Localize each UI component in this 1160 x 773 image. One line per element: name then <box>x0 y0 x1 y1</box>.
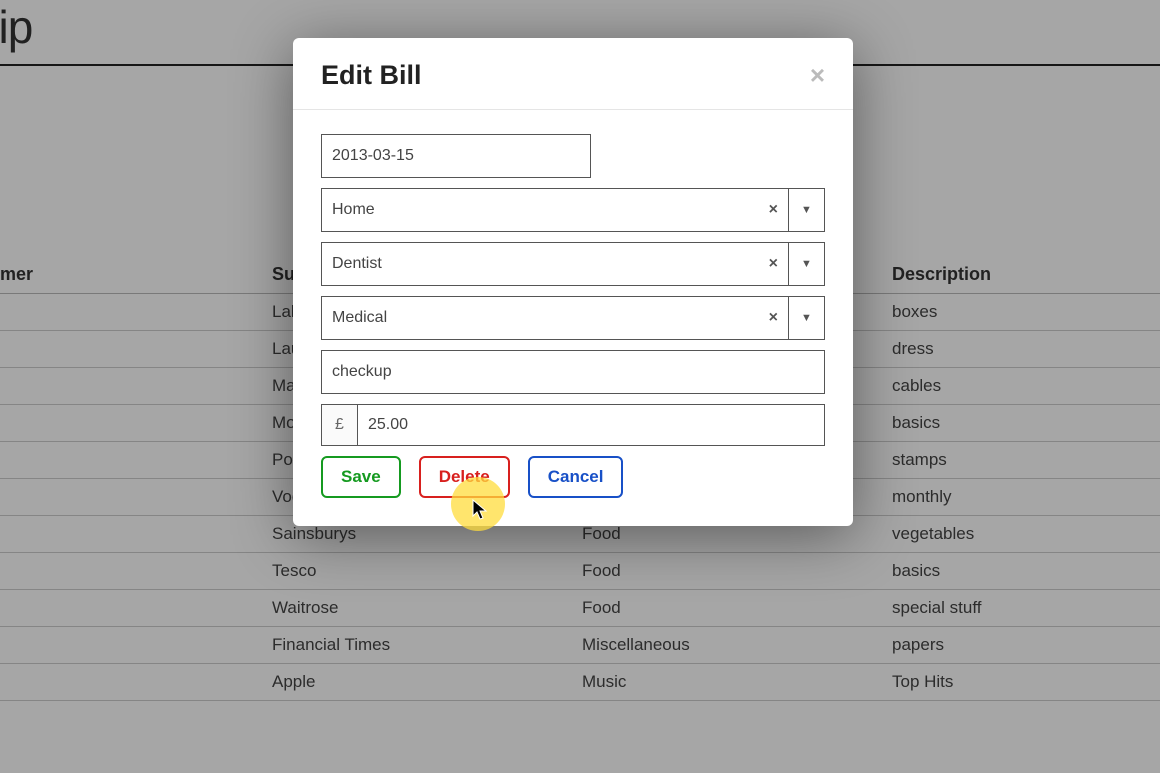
description-value: checkup <box>332 363 392 381</box>
table-cell: cables <box>880 368 1160 405</box>
category2-clear-icon[interactable]: × <box>769 255 778 273</box>
table-cell <box>0 368 260 405</box>
category3-dropdown-icon[interactable]: ▼ <box>789 296 825 340</box>
brand-thin: Clip <box>0 1 32 53</box>
category2-dropdown-icon[interactable]: ▼ <box>789 242 825 286</box>
category1-clear-icon[interactable]: × <box>769 201 778 219</box>
amount-value: 25.00 <box>368 416 408 434</box>
description-field[interactable]: checkup <box>321 350 825 394</box>
table-cell: vegetables <box>880 516 1160 553</box>
table-cell: Miscellaneous <box>570 627 880 664</box>
table-cell: Top Hits <box>880 664 1160 701</box>
table-cell: Waitrose <box>260 590 570 627</box>
table-row[interactable]: TescoFoodbasics <box>0 553 1160 590</box>
category3-combo: Medical × ▼ <box>321 296 825 340</box>
category2-value: Dentist <box>332 255 382 273</box>
edit-bill-modal: Edit Bill × 2013-03-15 Home × ▼ Dentist … <box>293 38 853 526</box>
table-cell: stamps <box>880 442 1160 479</box>
col-customer: mer <box>0 256 260 294</box>
date-value: 2013-03-15 <box>332 147 414 165</box>
table-cell: dress <box>880 331 1160 368</box>
table-cell: papers <box>880 627 1160 664</box>
table-cell: basics <box>880 553 1160 590</box>
table-cell <box>0 627 260 664</box>
cancel-button[interactable]: Cancel <box>528 456 624 498</box>
close-icon[interactable]: × <box>810 62 825 88</box>
table-cell: basics <box>880 405 1160 442</box>
table-cell: boxes <box>880 294 1160 331</box>
save-button[interactable]: Save <box>321 456 401 498</box>
table-cell: monthly <box>880 479 1160 516</box>
table-cell: Tesco <box>260 553 570 590</box>
modal-title: Edit Bill <box>321 60 422 91</box>
category1-value: Home <box>332 201 375 219</box>
col-description: Description <box>880 256 1160 294</box>
table-cell <box>0 294 260 331</box>
table-cell <box>0 516 260 553</box>
category2-field[interactable]: Dentist × <box>321 242 789 286</box>
currency-label: £ <box>321 404 357 446</box>
table-cell <box>0 331 260 368</box>
category3-value: Medical <box>332 309 387 327</box>
amount-field[interactable]: 25.00 <box>357 404 825 446</box>
table-cell: Apple <box>260 664 570 701</box>
category3-clear-icon[interactable]: × <box>769 309 778 327</box>
table-row[interactable]: WaitroseFoodspecial stuff <box>0 590 1160 627</box>
table-cell: Financial Times <box>260 627 570 664</box>
table-cell <box>0 590 260 627</box>
category1-dropdown-icon[interactable]: ▼ <box>789 188 825 232</box>
table-row[interactable]: Financial TimesMiscellaneouspapers <box>0 627 1160 664</box>
category1-combo: Home × ▼ <box>321 188 825 232</box>
date-field[interactable]: 2013-03-15 <box>321 134 591 178</box>
table-cell <box>0 442 260 479</box>
table-cell: special stuff <box>880 590 1160 627</box>
table-cell: Food <box>570 590 880 627</box>
category3-field[interactable]: Medical × <box>321 296 789 340</box>
table-cell <box>0 479 260 516</box>
table-cell: Music <box>570 664 880 701</box>
table-cell <box>0 553 260 590</box>
table-cell: Food <box>570 553 880 590</box>
table-cell <box>0 664 260 701</box>
delete-button[interactable]: Delete <box>419 456 510 498</box>
category1-field[interactable]: Home × <box>321 188 789 232</box>
table-row[interactable]: AppleMusicTop Hits <box>0 664 1160 701</box>
category2-combo: Dentist × ▼ <box>321 242 825 286</box>
table-cell <box>0 405 260 442</box>
